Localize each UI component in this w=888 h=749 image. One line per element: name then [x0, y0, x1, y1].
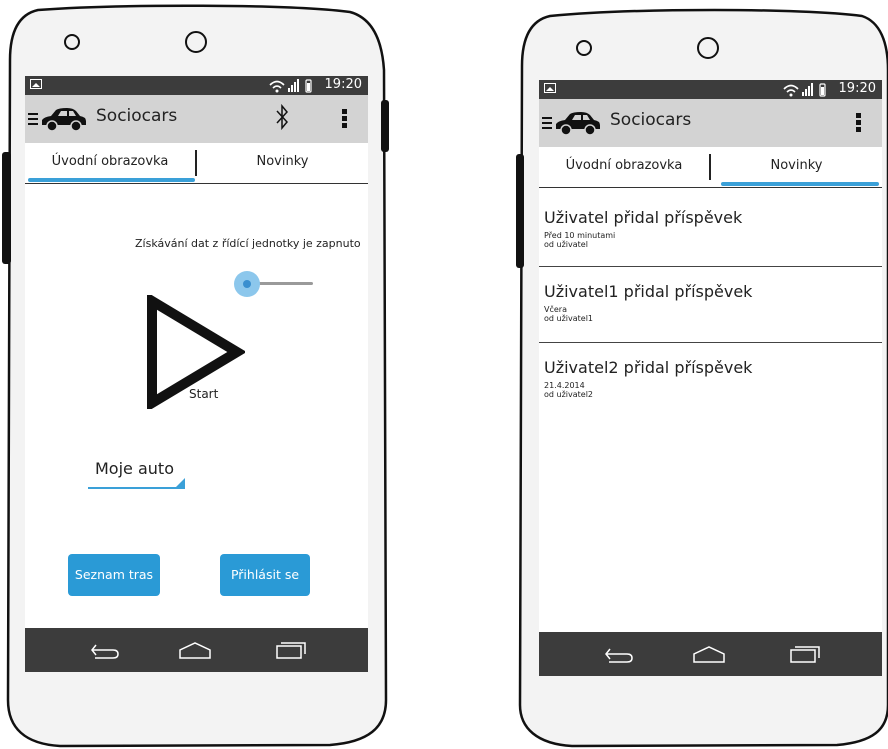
home-icon[interactable]: [177, 638, 213, 662]
phone-left: 19:20 Sociocars Úvodní obrazovka Novinky…: [0, 0, 390, 749]
car-select-arrow[interactable]: [176, 478, 185, 487]
status-time: 19:20: [324, 77, 362, 92]
back-icon[interactable]: [87, 638, 123, 662]
news-item-title: Uživatel přidal příspěvek: [544, 208, 743, 227]
nav-bar: [25, 628, 368, 672]
home-icon[interactable]: [691, 642, 727, 666]
news-item-time: Včera: [544, 305, 567, 314]
action-bar: Sociocars: [25, 95, 368, 143]
start-label: Start: [189, 387, 219, 401]
active-tab-indicator: [28, 178, 195, 182]
status-bar: 19:20: [539, 80, 882, 99]
car-select-underline: [88, 487, 185, 489]
status-bar: 19:20: [25, 76, 368, 95]
tab-bar: Úvodní obrazovka Novinky: [25, 143, 368, 184]
news-item[interactable]: Uživatel přidal příspěvek Před 10 minuta…: [539, 188, 882, 267]
action-bar: Sociocars: [539, 99, 882, 147]
nav-bar: [539, 632, 882, 676]
image-notification-icon: [544, 83, 556, 93]
app-title: Sociocars: [610, 110, 692, 130]
tab-news[interactable]: Novinky: [197, 143, 368, 183]
overflow-menu-icon[interactable]: [342, 109, 347, 130]
news-item[interactable]: Uživatel1 přidal příspěvek Včera od uživ…: [539, 267, 882, 343]
recent-apps-icon[interactable]: [273, 638, 309, 662]
app-title: Sociocars: [96, 106, 178, 126]
car-icon: [42, 108, 86, 132]
data-toggle-label: Získávání dat z řídící jednotky je zapnu…: [135, 237, 361, 250]
bluetooth-icon[interactable]: [275, 103, 289, 131]
tab-home[interactable]: Úvodní obrazovka: [539, 147, 709, 187]
news-item-title: Uživatel2 přidal příspěvek: [544, 358, 753, 377]
back-icon[interactable]: [601, 642, 637, 666]
phone-right: 19:20 Sociocars Úvodní obrazovka Novinky: [512, 0, 888, 749]
news-item-author: od uživatel1: [544, 314, 594, 323]
car-select[interactable]: Moje auto: [95, 459, 174, 478]
login-button[interactable]: Přihlásit se: [220, 554, 310, 596]
status-icons: [783, 83, 826, 97]
status-time: 19:20: [838, 81, 876, 96]
status-icons: [269, 79, 312, 93]
tab-news[interactable]: Novinky: [711, 147, 882, 187]
active-tab-indicator: [721, 182, 879, 186]
news-item-author: od uživatel: [544, 240, 588, 249]
news-item-time: Před 10 minutami: [544, 231, 616, 240]
image-notification-icon: [30, 79, 42, 89]
news-item-time: 21.4.2014: [544, 381, 585, 390]
news-item-author: od uživatel2: [544, 390, 594, 399]
tab-bar: Úvodní obrazovka Novinky: [539, 147, 882, 188]
routes-button[interactable]: Seznam tras: [68, 554, 160, 596]
recent-apps-icon[interactable]: [787, 642, 823, 666]
screen: 19:20 Sociocars Úvodní obrazovka Novinky…: [25, 76, 368, 672]
car-icon: [556, 112, 600, 136]
screen: 19:20 Sociocars Úvodní obrazovka Novinky: [539, 80, 882, 676]
tab-home[interactable]: Úvodní obrazovka: [25, 143, 195, 183]
news-item[interactable]: Uživatel2 přidal příspěvek 21.4.2014 od …: [539, 343, 882, 413]
overflow-menu-icon[interactable]: [856, 113, 861, 134]
data-toggle-knob[interactable]: [234, 271, 260, 297]
news-item-title: Uživatel1 přidal příspěvek: [544, 282, 753, 301]
